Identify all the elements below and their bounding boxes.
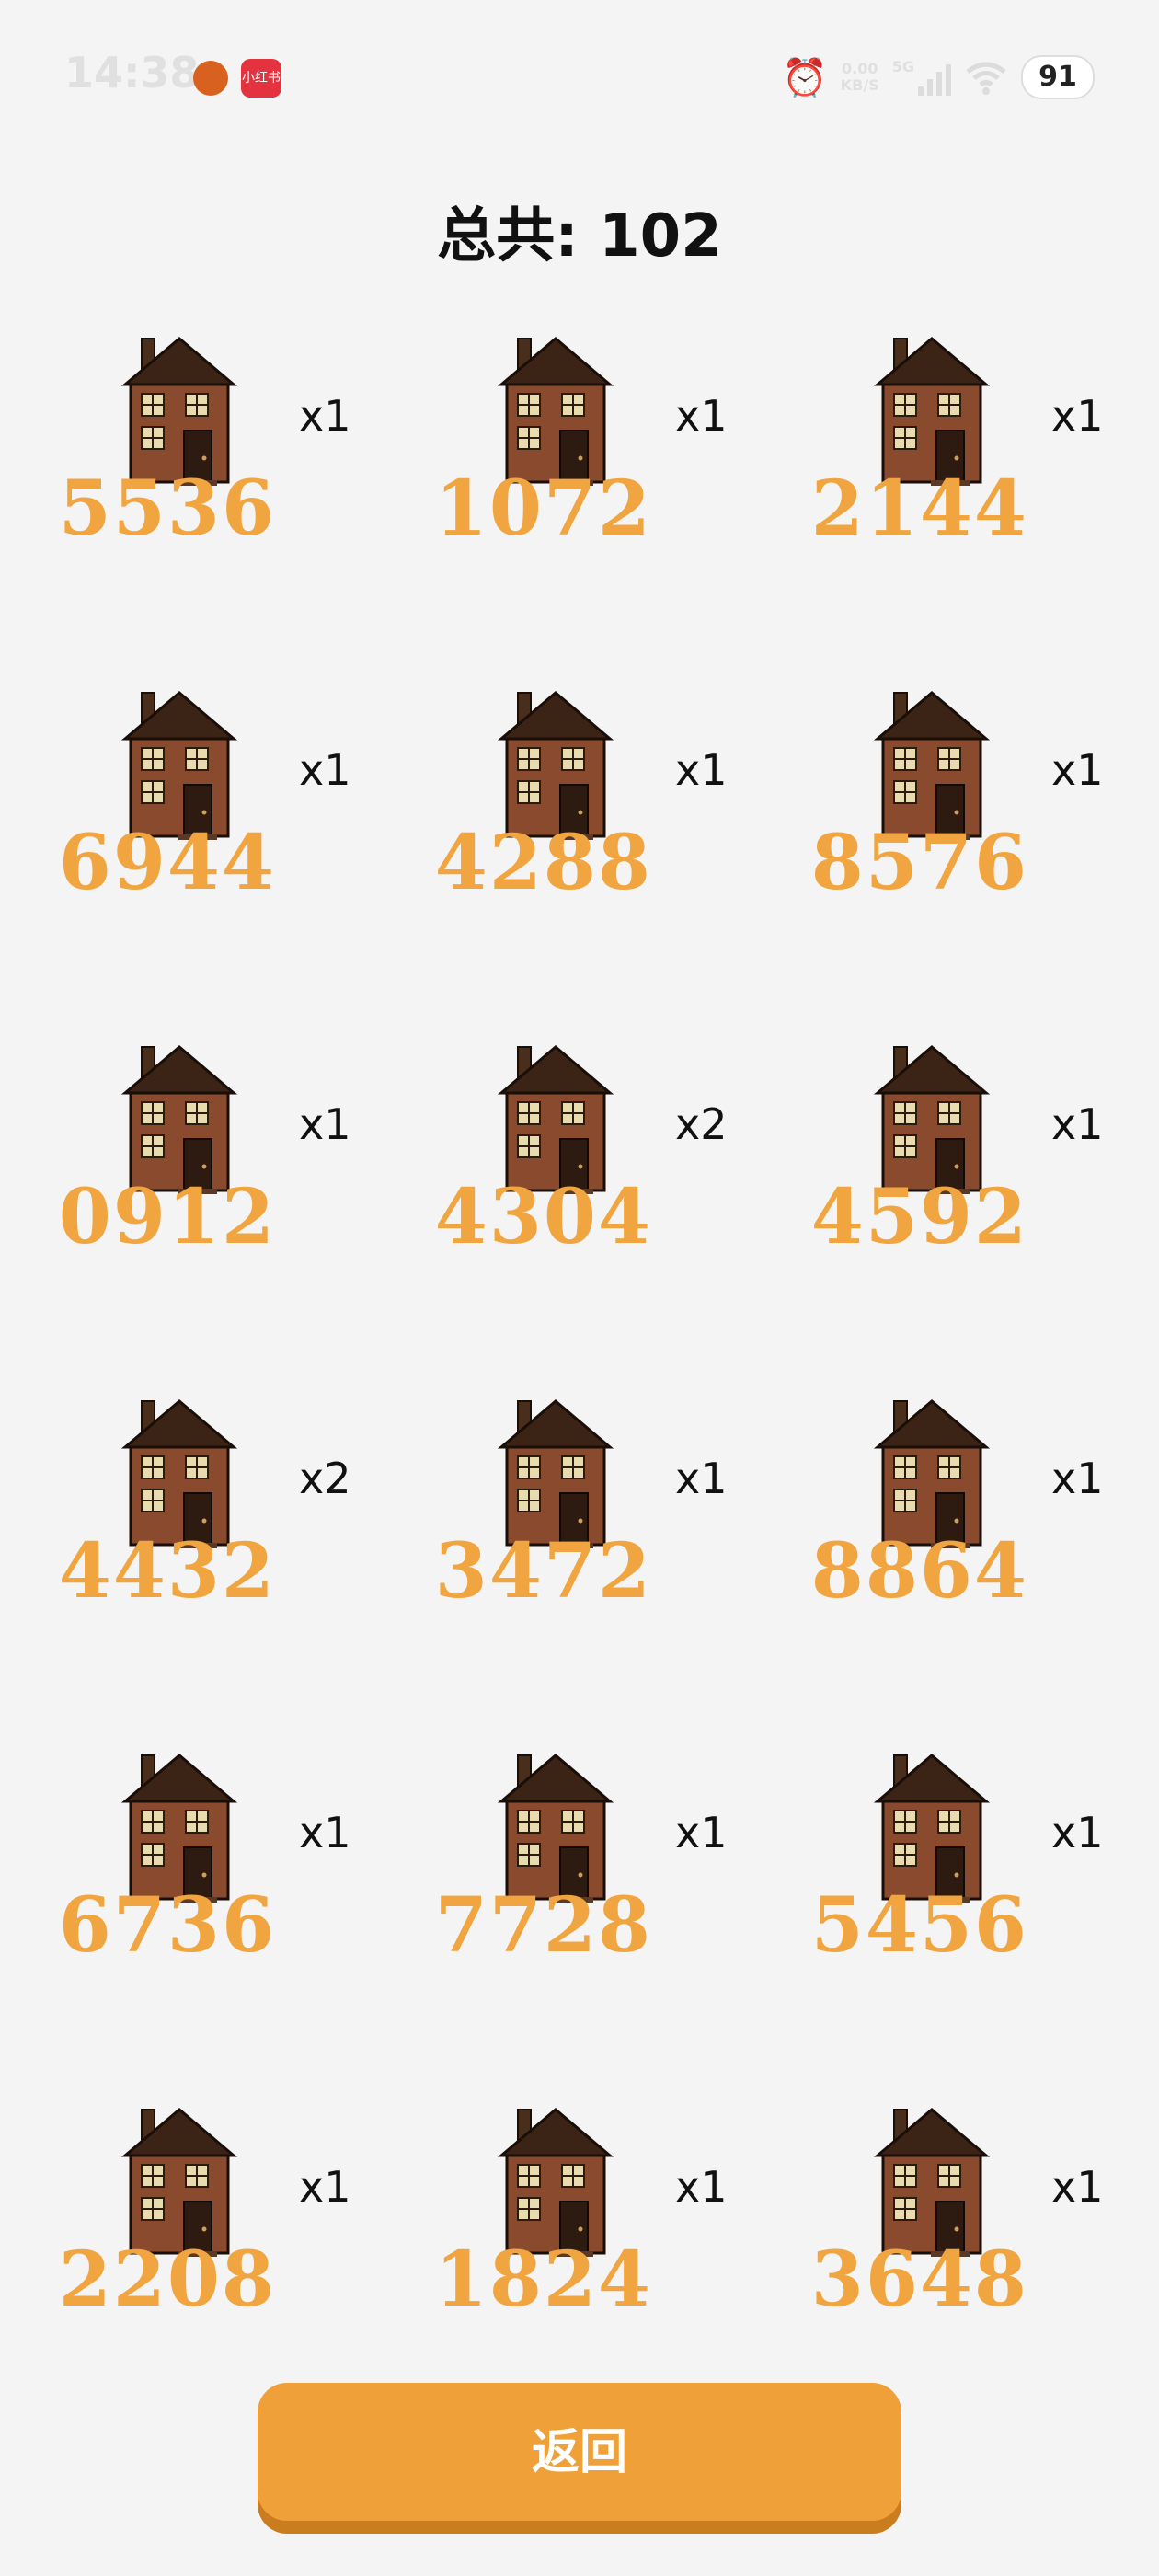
item-value-label: 76736 [55, 1881, 276, 1964]
item-value-text: 524288 [431, 819, 652, 902]
item-value-label: 653472 [431, 1527, 652, 1610]
item-value-text: 76736 [55, 1881, 276, 1964]
item-quantity: x2 [675, 1099, 728, 1149]
house-item: 65536 x1 [55, 331, 431, 685]
net-speed: 0.00 KB/S [841, 61, 879, 94]
wifi-icon [966, 62, 1006, 95]
item-value-text: 131072 [431, 465, 652, 547]
house-item: 131072 x1 [431, 331, 808, 685]
house-item: 654432 x2 [55, 1394, 431, 1748]
item-value-label: 194304 [431, 1173, 652, 1256]
house-item: 70912 x1 [55, 1040, 431, 1394]
house-item: 262144 x1 [808, 331, 1159, 685]
item-quantity: x1 [675, 1808, 728, 1857]
item-quantity: x1 [299, 745, 351, 795]
net-speed-value: 0.00 [842, 60, 878, 77]
item-value-label: 262144 [808, 465, 1028, 547]
item-value-label: 654432 [55, 1527, 276, 1610]
item-value-text: 262144 [808, 465, 1028, 547]
signal-icon: 5G [892, 59, 951, 96]
item-value-label: 141824 [431, 2236, 652, 2318]
item-value-text: 654432 [55, 1527, 276, 1610]
house-item: 653472 x1 [431, 1394, 808, 1748]
item-value-text: 194304 [431, 1173, 652, 1256]
item-quantity: x1 [299, 391, 351, 441]
item-value-text: 65536 [55, 465, 276, 547]
item-value-label: 70912 [55, 1173, 276, 1256]
item-value-text: 70912 [55, 1173, 276, 1256]
item-value-text: 133648 [808, 2236, 1028, 2318]
item-quantity: x1 [299, 2162, 351, 2212]
house-item: 135456 x1 [808, 1748, 1159, 2102]
item-value-label: 106944 [55, 819, 276, 902]
item-value-label: 1048576 [808, 819, 1028, 902]
status-bar: 14:38 小红书 ⏰ 0.00 KB/S 5G 91 [0, 0, 1159, 156]
app-notification-icon [193, 61, 228, 96]
item-value-label: 222208 [55, 2236, 276, 2318]
item-value-label: 134592 [808, 1173, 1028, 1256]
house-item: 1048576 x1 [808, 685, 1159, 1040]
item-quantity: x2 [299, 1454, 351, 1503]
item-value-text: 117728 [431, 1881, 652, 1964]
house-item: 117728 x1 [431, 1748, 808, 2102]
item-quantity: x1 [1051, 1808, 1104, 1857]
item-quantity: x1 [1051, 2162, 1104, 2212]
item-quantity: x1 [299, 1099, 351, 1149]
item-quantity: x1 [1051, 1454, 1104, 1503]
network-type: 5G [891, 58, 914, 75]
item-value-label: 65536 [55, 465, 276, 547]
back-button[interactable]: 返回 [258, 2383, 901, 2521]
item-value-text: 135456 [808, 1881, 1028, 1964]
item-quantity: x1 [1051, 391, 1104, 441]
item-quantity: x1 [1051, 745, 1104, 795]
house-item: 134592 x1 [808, 1040, 1159, 1394]
house-item: 194304 x2 [431, 1040, 808, 1394]
total-count-title: 总共: 102 [437, 202, 722, 270]
item-quantity: x1 [675, 391, 728, 441]
item-value-text: 653472 [431, 1527, 652, 1610]
item-value-label: 133648 [808, 2236, 1028, 2318]
item-quantity: x1 [299, 1808, 351, 1857]
house-item: 524288 x1 [431, 685, 808, 1040]
item-value-label: 135456 [808, 1881, 1028, 1964]
house-item: 76736 x1 [55, 1748, 431, 2102]
item-value-label: 131072 [431, 465, 652, 547]
item-value-label: 117728 [431, 1881, 652, 1964]
item-quantity: x1 [1051, 1099, 1104, 1149]
xiaohongshu-notification-icon: 小红书 [241, 59, 281, 98]
item-quantity: x1 [675, 745, 728, 795]
item-quantity: x1 [675, 1454, 728, 1503]
item-value-text: 141824 [431, 2236, 652, 2318]
battery-indicator: 91 [1021, 55, 1095, 99]
status-time: 14:38 [64, 48, 200, 98]
item-quantity: x1 [675, 2162, 728, 2212]
item-value-label: 524288 [431, 819, 652, 902]
alarm-icon: ⏰ [781, 56, 828, 99]
house-item: 106944 x1 [55, 685, 431, 1040]
item-value-text: 134592 [808, 1173, 1028, 1256]
item-value-text: 108864 [808, 1527, 1028, 1610]
item-value-label: 108864 [808, 1527, 1028, 1610]
item-value-text: 1048576 [808, 819, 1028, 902]
net-speed-unit: KB/S [840, 76, 879, 94]
item-value-text: 222208 [55, 2236, 276, 2318]
house-item: 108864 x1 [808, 1394, 1159, 1748]
item-value-text: 106944 [55, 819, 276, 902]
